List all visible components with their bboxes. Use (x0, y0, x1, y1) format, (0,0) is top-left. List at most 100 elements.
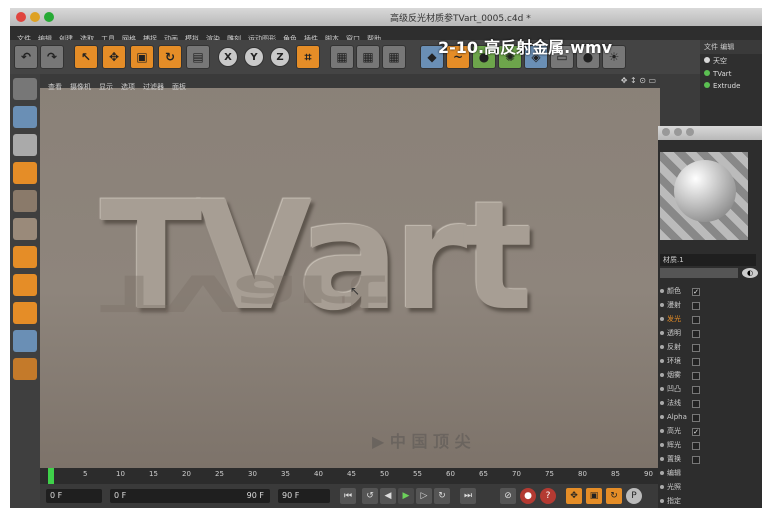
material-options-icon[interactable]: ◐ (742, 268, 758, 278)
texture-mode-icon[interactable] (13, 134, 37, 156)
timeline-tick: 50 (380, 470, 389, 478)
zoom-window-button[interactable] (44, 12, 54, 22)
lock-icon[interactable] (13, 358, 37, 380)
material-channel[interactable]: 颜色 ✓ (660, 284, 756, 298)
minimize-window-button[interactable] (30, 12, 40, 22)
solo-icon[interactable] (13, 330, 37, 352)
channel-checkbox[interactable] (692, 330, 700, 338)
max-frame-field[interactable]: 90 F (278, 489, 330, 503)
z-axis-icon[interactable]: Z (270, 47, 290, 67)
material-channel[interactable]: 漫射 (660, 298, 756, 312)
viewport-menu-item[interactable]: 查看 (48, 82, 62, 92)
x-axis-icon[interactable]: X (218, 47, 238, 67)
channel-checkbox[interactable] (692, 358, 700, 366)
channel-checkbox[interactable] (692, 316, 700, 324)
playhead[interactable] (48, 468, 54, 484)
material-preview[interactable] (660, 152, 748, 240)
window-title: 高级反光材质参TVart_0005.c4d * (390, 14, 531, 24)
go-to-start-icon[interactable]: ⏮ (340, 488, 356, 504)
channel-checkbox[interactable] (692, 456, 700, 464)
material-channel[interactable]: 法线 (660, 396, 756, 410)
object-item[interactable]: TVart (700, 68, 762, 80)
render-settings-icon[interactable]: ▦ (382, 45, 406, 69)
timeline-tick: 60 (446, 470, 455, 478)
viewport-nav-icons[interactable]: ✥ ↕ ⊙ ▭ (621, 76, 656, 85)
channel-checkbox[interactable] (692, 400, 700, 408)
material-channel[interactable]: 编辑 (660, 466, 756, 480)
mat-minimize-button[interactable] (674, 128, 682, 136)
material-channel[interactable]: 发光 (660, 312, 756, 326)
key-scale-icon[interactable]: ▣ (586, 488, 602, 504)
undo-icon[interactable]: ↶ (14, 45, 38, 69)
key-position-icon[interactable]: ✥ (566, 488, 582, 504)
key-parameter-icon[interactable]: P (626, 488, 642, 504)
current-frame-field[interactable]: 0 F (46, 489, 102, 503)
move-icon[interactable]: ✥ (102, 45, 126, 69)
channel-checkbox[interactable] (692, 372, 700, 380)
render-region-icon[interactable]: ▤ (186, 45, 210, 69)
channel-checkbox[interactable]: ✓ (692, 428, 700, 436)
material-channel[interactable]: Alpha (660, 410, 756, 424)
material-channel[interactable]: 反射 (660, 340, 756, 354)
channel-checkbox[interactable] (692, 386, 700, 394)
point-mode-icon[interactable] (13, 190, 37, 212)
object-item[interactable]: Extrude (700, 80, 762, 92)
material-channel[interactable]: 凹凸 (660, 382, 756, 396)
select-icon[interactable]: ↖ (74, 45, 98, 69)
key-rotation-icon[interactable]: ↻ (606, 488, 622, 504)
mat-zoom-button[interactable] (686, 128, 694, 136)
viewport-menu-item[interactable]: 过滤器 (143, 82, 164, 92)
material-channel[interactable]: 置换 (660, 452, 756, 466)
material-name-field[interactable]: 材质.1 (660, 254, 756, 266)
model-mode-icon[interactable] (13, 106, 37, 128)
render-view-icon[interactable]: ▦ (330, 45, 354, 69)
object-item[interactable]: 天空 (700, 54, 762, 68)
material-channel[interactable]: 高光 ✓ (660, 424, 756, 438)
viewport-menu-item[interactable]: 显示 (99, 82, 113, 92)
mat-close-button[interactable] (662, 128, 670, 136)
timeline-ruler[interactable]: 051015202530354045505560657075808590 (40, 468, 660, 484)
channel-checkbox[interactable] (692, 344, 700, 352)
record-keys-icon[interactable]: ⊘ (500, 488, 516, 504)
material-search-field[interactable] (660, 268, 738, 278)
polygon-mode-icon[interactable] (13, 78, 37, 100)
render-picture-viewer-icon[interactable]: ▦ (356, 45, 380, 69)
material-channel[interactable]: 光照 (660, 480, 756, 494)
snap-icon[interactable] (13, 302, 37, 324)
polygon-select-icon[interactable] (13, 246, 37, 268)
material-channel[interactable]: 辉光 (660, 438, 756, 452)
viewport-menu-item[interactable]: 摄像机 (70, 82, 91, 92)
play-button[interactable]: ▶ (398, 488, 414, 504)
prev-frame-icon[interactable]: ◀ (380, 488, 396, 504)
coordinate-system-icon[interactable]: ⌗ (296, 45, 320, 69)
material-channel[interactable]: 指定 (660, 494, 756, 508)
om-menu-edit[interactable]: 编辑 (720, 43, 734, 51)
go-to-end-icon[interactable]: ⏭ (460, 488, 476, 504)
channel-checkbox[interactable]: ✓ (692, 288, 700, 296)
redo-icon[interactable]: ↷ (40, 45, 64, 69)
channel-bullet-icon (660, 485, 664, 489)
material-channel[interactable]: 烟雾 (660, 368, 756, 382)
close-window-button[interactable] (16, 12, 26, 22)
viewport[interactable]: 查看 摄像机 显示 选项 过滤器 面板 ✥ ↕ ⊙ ▭ TVart TVart ↖ (40, 74, 660, 468)
viewport-menu-item[interactable]: 面板 (172, 82, 186, 92)
viewport-menu-item[interactable]: 选项 (121, 82, 135, 92)
om-menu-file[interactable]: 文件 (704, 43, 718, 51)
channel-checkbox[interactable] (692, 302, 700, 310)
edge-mode-icon[interactable] (13, 218, 37, 240)
axis-mode-icon[interactable] (13, 162, 37, 184)
range-slider[interactable]: 0 F 90 F (110, 489, 270, 503)
rotate-icon[interactable]: ↻ (158, 45, 182, 69)
loop-back-icon[interactable]: ↺ (362, 488, 378, 504)
channel-checkbox[interactable] (692, 414, 700, 422)
workplane-icon[interactable] (13, 274, 37, 296)
autokey-icon[interactable]: ? (540, 488, 556, 504)
record-icon[interactable]: ● (520, 488, 536, 504)
next-frame-icon[interactable]: ▷ (416, 488, 432, 504)
channel-checkbox[interactable] (692, 442, 700, 450)
y-axis-icon[interactable]: Y (244, 47, 264, 67)
loop-forward-icon[interactable]: ↻ (434, 488, 450, 504)
scale-icon[interactable]: ▣ (130, 45, 154, 69)
material-channel[interactable]: 透明 (660, 326, 756, 340)
material-channel[interactable]: 环境 (660, 354, 756, 368)
